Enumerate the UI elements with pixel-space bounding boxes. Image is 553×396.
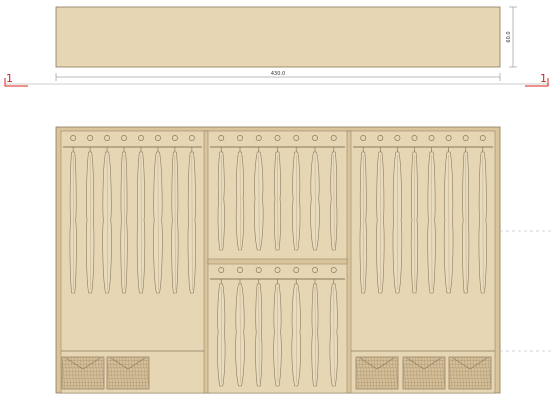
svg-text:1: 1 [540,72,547,85]
top-view-panel [55,6,501,68]
depth-label: 60.0 [506,31,512,42]
divider-left [203,130,209,394]
storage-basket [61,356,105,390]
storage-basket [402,356,446,390]
garment [462,135,470,294]
divider-right [346,130,352,394]
storage-basket [448,356,492,390]
garment [69,135,77,294]
garment [120,135,128,294]
wardrobe-drawing: 60.0 430.0 1 1 [4,6,553,394]
middle-shelf [207,258,348,265]
top-view: 60.0 430.0 1 1 [4,6,550,87]
storage-basket [355,356,399,390]
width-label: 430.0 [271,71,285,77]
garment [410,135,419,294]
garment [359,135,367,294]
svg-text:1: 1 [6,72,13,85]
storage-basket [106,356,150,390]
garment [171,135,179,294]
front-view [55,126,553,394]
